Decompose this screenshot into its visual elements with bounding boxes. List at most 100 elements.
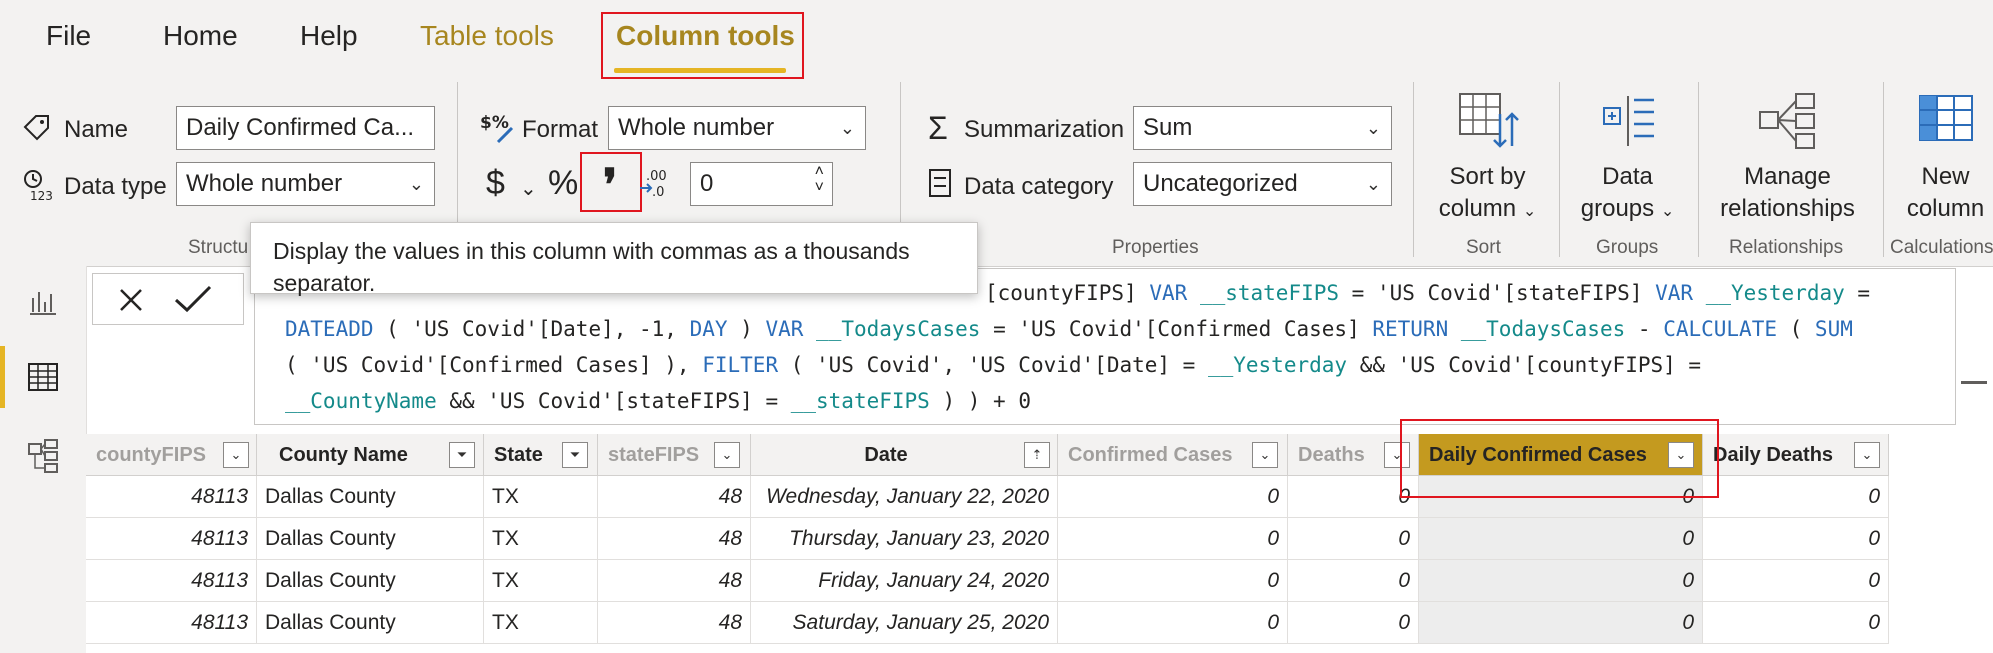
table-cell[interactable]: 0 xyxy=(1703,518,1889,560)
column-header-statefips[interactable]: stateFIPS ⌄ xyxy=(598,434,751,476)
sort-ascending-icon[interactable]: ⇡ xyxy=(1024,442,1050,468)
table-cell[interactable]: 48 xyxy=(598,560,751,602)
table-cell[interactable]: Thursday, January 23, 2020 xyxy=(751,518,1058,560)
table-cell[interactable]: Dallas County xyxy=(257,476,484,518)
table-cell[interactable]: 48113 xyxy=(86,560,257,602)
model-view-icon[interactable] xyxy=(26,438,60,474)
tab-file[interactable]: File xyxy=(46,20,91,52)
format-label: Format xyxy=(522,116,599,143)
table-cell[interactable]: 0 xyxy=(1058,602,1288,644)
spin-down-icon[interactable]: ˅ xyxy=(815,167,824,205)
tab-help[interactable]: Help xyxy=(300,20,358,52)
format-select[interactable]: Whole number ⌄ xyxy=(608,106,866,150)
tooltip-line1: Display the values in this column with c… xyxy=(273,238,910,264)
filter-dropdown-icon[interactable]: ⌄ xyxy=(714,442,740,468)
table-cell[interactable]: 0 xyxy=(1058,476,1288,518)
manage-relationships-button[interactable]: Manage relationships xyxy=(1705,90,1870,225)
formula-token: ( 'US Covid', 'US Covid'[Date] = xyxy=(778,353,1208,377)
table-cell[interactable]: 0 xyxy=(1703,602,1889,644)
format-icon: $% xyxy=(480,113,514,144)
table-cell[interactable]: 0 xyxy=(1058,560,1288,602)
formula-token: SUM xyxy=(1814,317,1853,341)
decimal-places-input[interactable]: 0 ˄ ˅ xyxy=(690,162,833,206)
table-cell[interactable]: Dallas County xyxy=(257,602,484,644)
formula-token: __stateFIPS xyxy=(1199,281,1340,305)
divider xyxy=(1883,82,1884,257)
sort-button-line1: Sort by xyxy=(1449,163,1526,190)
datacategory-select[interactable]: Uncategorized ⌄ xyxy=(1133,162,1392,206)
chevron-down-icon: ⌄ xyxy=(1660,203,1675,220)
table-cell[interactable]: TX xyxy=(484,560,598,602)
commit-formula-button[interactable] xyxy=(173,284,213,314)
currency-button[interactable]: $ xyxy=(486,164,505,203)
table-cell[interactable]: 48 xyxy=(598,602,751,644)
column-header-countyfips[interactable]: countyFIPS ⌄ xyxy=(86,434,257,476)
sort-by-column-button[interactable]: Sort by column ⌄ xyxy=(1430,90,1545,228)
table-cell[interactable]: TX xyxy=(484,602,598,644)
column-header-county-name[interactable]: County Name ⏷ xyxy=(257,434,484,476)
filter-dropdown-icon[interactable]: ⌄ xyxy=(1854,442,1880,468)
filter-active-icon[interactable]: ⏷ xyxy=(449,442,475,468)
table-cell[interactable]: Dallas County xyxy=(257,518,484,560)
formula-scrollbar[interactable] xyxy=(1955,269,1993,424)
data-groups-button[interactable]: Data groups ⌄ xyxy=(1570,90,1685,228)
table-cell[interactable]: 0 xyxy=(1703,560,1889,602)
column-header-confirmed-cases[interactable]: Confirmed Cases ⌄ xyxy=(1058,434,1288,476)
active-view-indicator xyxy=(0,346,5,408)
column-header-date[interactable]: Date ⇡ xyxy=(751,434,1058,476)
datatype-select[interactable]: Whole number ⌄ xyxy=(176,162,435,206)
formula-line: ( 'US Covid'[Confirmed Cases] ), FILTER … xyxy=(285,353,1701,377)
chevron-down-icon: ⌄ xyxy=(1365,118,1381,138)
tab-table-tools[interactable]: Table tools xyxy=(420,20,554,52)
table-cell[interactable]: 0 xyxy=(1288,560,1419,602)
formula-token: = 'US Covid'[Confirmed Cases] xyxy=(980,317,1373,341)
column-header-daily-deaths[interactable]: Daily Deaths ⌄ xyxy=(1703,434,1889,476)
filter-dropdown-icon[interactable]: ⌄ xyxy=(223,442,249,468)
table-cell[interactable]: Wednesday, January 22, 2020 xyxy=(751,476,1058,518)
table-cell[interactable]: TX xyxy=(484,476,598,518)
table-cell[interactable]: 48113 xyxy=(86,476,257,518)
calculations-button-line1: New xyxy=(1921,163,1970,190)
calculations-button-line2: column xyxy=(1906,195,1985,222)
table-cell[interactable]: 48 xyxy=(598,476,751,518)
comma-style-tooltip: Display the values in this column with c… xyxy=(250,222,978,296)
highlight-box-comma xyxy=(580,152,642,212)
data-view-icon[interactable] xyxy=(26,360,60,394)
table-cell[interactable]: 0 xyxy=(1419,560,1703,602)
table-cell[interactable]: 0 xyxy=(1703,476,1889,518)
table-cell[interactable]: Dallas County xyxy=(257,560,484,602)
scrollbar-thumb[interactable] xyxy=(1961,381,1987,384)
sigma-icon: Σ xyxy=(928,110,948,146)
table-cell[interactable]: Friday, January 24, 2020 xyxy=(751,560,1058,602)
table-cell[interactable]: 48 xyxy=(598,518,751,560)
name-input[interactable]: Daily Confirmed Ca... xyxy=(176,106,435,150)
report-view-icon[interactable] xyxy=(26,284,60,318)
table-cell[interactable]: TX xyxy=(484,518,598,560)
svg-text:123: 123 xyxy=(30,189,53,202)
table-cell[interactable]: 0 xyxy=(1419,518,1703,560)
tab-home[interactable]: Home xyxy=(163,20,238,52)
table-cell[interactable]: 48113 xyxy=(86,518,257,560)
summarization-select[interactable]: Sum ⌄ xyxy=(1133,106,1392,150)
table-cell[interactable]: 0 xyxy=(1419,602,1703,644)
new-column-button[interactable]: New column xyxy=(1888,90,1993,225)
filter-active-icon[interactable]: ⏷ xyxy=(562,442,588,468)
filter-dropdown-icon[interactable]: ⌄ xyxy=(1252,442,1278,468)
table-cell[interactable]: 0 xyxy=(1288,518,1419,560)
column-header-state[interactable]: State ⏷ xyxy=(484,434,598,476)
name-label: Name xyxy=(64,116,129,143)
decimal-places-value: 0 xyxy=(700,170,714,197)
decimal-places-icon[interactable]: .00 .0 xyxy=(638,166,672,200)
formula-token: = xyxy=(1844,281,1871,305)
new-column-icon xyxy=(1918,95,1973,141)
table-cell[interactable]: 0 xyxy=(1288,602,1419,644)
chevron-down-icon[interactable]: ⌄ xyxy=(520,176,537,201)
cancel-formula-button[interactable] xyxy=(117,286,145,314)
manage-relationships-icon xyxy=(1758,93,1815,149)
formula-token: __TodaysCases xyxy=(816,317,981,341)
table-cell[interactable]: 0 xyxy=(1058,518,1288,560)
table-cell[interactable]: Saturday, January 25, 2020 xyxy=(751,602,1058,644)
formula-token: __stateFIPS xyxy=(790,389,930,413)
table-cell[interactable]: 48113 xyxy=(86,602,257,644)
percent-button[interactable]: % xyxy=(548,164,578,203)
